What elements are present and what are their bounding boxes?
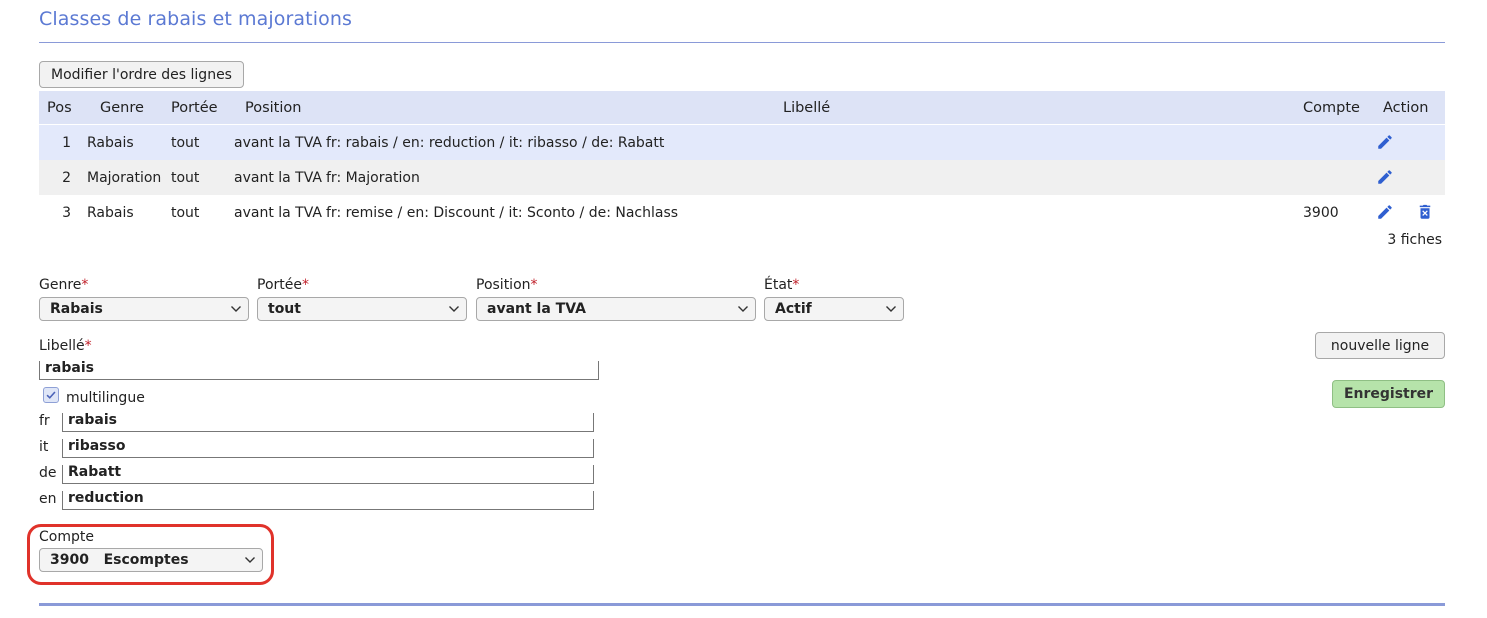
- translation-fr-input[interactable]: rabais: [62, 413, 594, 432]
- translation-de-input[interactable]: Rabatt: [62, 465, 594, 484]
- header-libelle: Libellé: [783, 99, 831, 116]
- cell-portee: tout: [171, 204, 200, 221]
- cell-genre: Rabais: [87, 204, 134, 221]
- portee-select[interactable]: tout: [257, 297, 467, 321]
- lang-label-fr: fr: [39, 413, 50, 429]
- pencil-icon[interactable]: [1376, 203, 1394, 221]
- cell-portee: tout: [171, 134, 200, 151]
- cell-portee: tout: [171, 169, 200, 186]
- cell-position: avant la TVA: [234, 134, 322, 151]
- pencil-icon[interactable]: [1376, 133, 1394, 151]
- lang-label-de: de: [39, 465, 57, 481]
- trash-icon[interactable]: [1416, 203, 1434, 221]
- position-label: Position*: [476, 277, 538, 293]
- cell-genre: Rabais: [87, 134, 134, 151]
- etat-label: État*: [764, 277, 800, 293]
- chevron-down-icon: [231, 306, 241, 312]
- table-row[interactable]: 2 Majoration tout avant la TVA fr: Major…: [39, 160, 1445, 195]
- lang-label-en: en: [39, 491, 57, 507]
- cell-pos: 2: [62, 169, 71, 186]
- lang-label-it: it: [39, 439, 49, 455]
- checkmark-icon: [46, 391, 56, 399]
- header-position: Position: [245, 99, 302, 116]
- chevron-down-icon: [449, 306, 459, 312]
- cell-libelle: fr: Majoration: [326, 169, 420, 186]
- cell-libelle: fr: remise / en: Discount / it: Sconto /…: [326, 204, 679, 221]
- record-count: 3 fiches: [1387, 232, 1442, 248]
- header-genre: Genre: [100, 99, 144, 116]
- cell-position: avant la TVA: [234, 169, 322, 186]
- chevron-down-icon: [886, 306, 896, 312]
- position-select[interactable]: avant la TVA: [476, 297, 756, 321]
- header-pos: Pos: [47, 99, 72, 116]
- cell-genre: Majoration: [87, 169, 162, 186]
- multilingue-label: multilingue: [66, 390, 145, 406]
- table-row[interactable]: 3 Rabais tout avant la TVA fr: remise / …: [39, 195, 1445, 230]
- save-button[interactable]: Enregistrer: [1332, 380, 1445, 408]
- pencil-icon[interactable]: [1376, 168, 1394, 186]
- highlight-annotation: [27, 524, 274, 585]
- etat-select[interactable]: Actif: [764, 297, 904, 321]
- header-compte: Compte: [1303, 99, 1360, 116]
- page-title: Classes de rabais et majorations: [39, 8, 352, 30]
- portee-label: Portée*: [257, 277, 309, 293]
- title-divider: [39, 42, 1445, 43]
- reorder-lines-button[interactable]: Modifier l'ordre des lignes: [39, 61, 244, 88]
- cell-compte: 3900: [1303, 204, 1339, 221]
- genre-label: Genre*: [39, 277, 89, 293]
- translation-it-input[interactable]: ribasso: [62, 439, 594, 458]
- multilingue-checkbox[interactable]: [43, 387, 59, 403]
- bottom-divider: [39, 603, 1445, 606]
- libelle-label: Libellé*: [39, 338, 92, 354]
- genre-select[interactable]: Rabais: [39, 297, 249, 321]
- header-action: Action: [1383, 99, 1429, 116]
- new-line-button[interactable]: nouvelle ligne: [1315, 332, 1445, 359]
- libelle-input[interactable]: rabais: [39, 361, 599, 380]
- table-row[interactable]: 1 Rabais tout avant la TVA fr: rabais / …: [39, 125, 1445, 160]
- header-portee: Portée: [171, 99, 218, 116]
- cell-position: avant la TVA: [234, 204, 322, 221]
- translation-en-input[interactable]: reduction: [62, 491, 594, 510]
- cell-libelle: fr: rabais / en: reduction / it: ribasso…: [326, 134, 665, 151]
- cell-pos: 1: [62, 134, 71, 151]
- cell-pos: 3: [62, 204, 71, 221]
- chevron-down-icon: [738, 306, 748, 312]
- table-header: Pos Genre Portée Position Libellé Compte…: [39, 91, 1445, 124]
